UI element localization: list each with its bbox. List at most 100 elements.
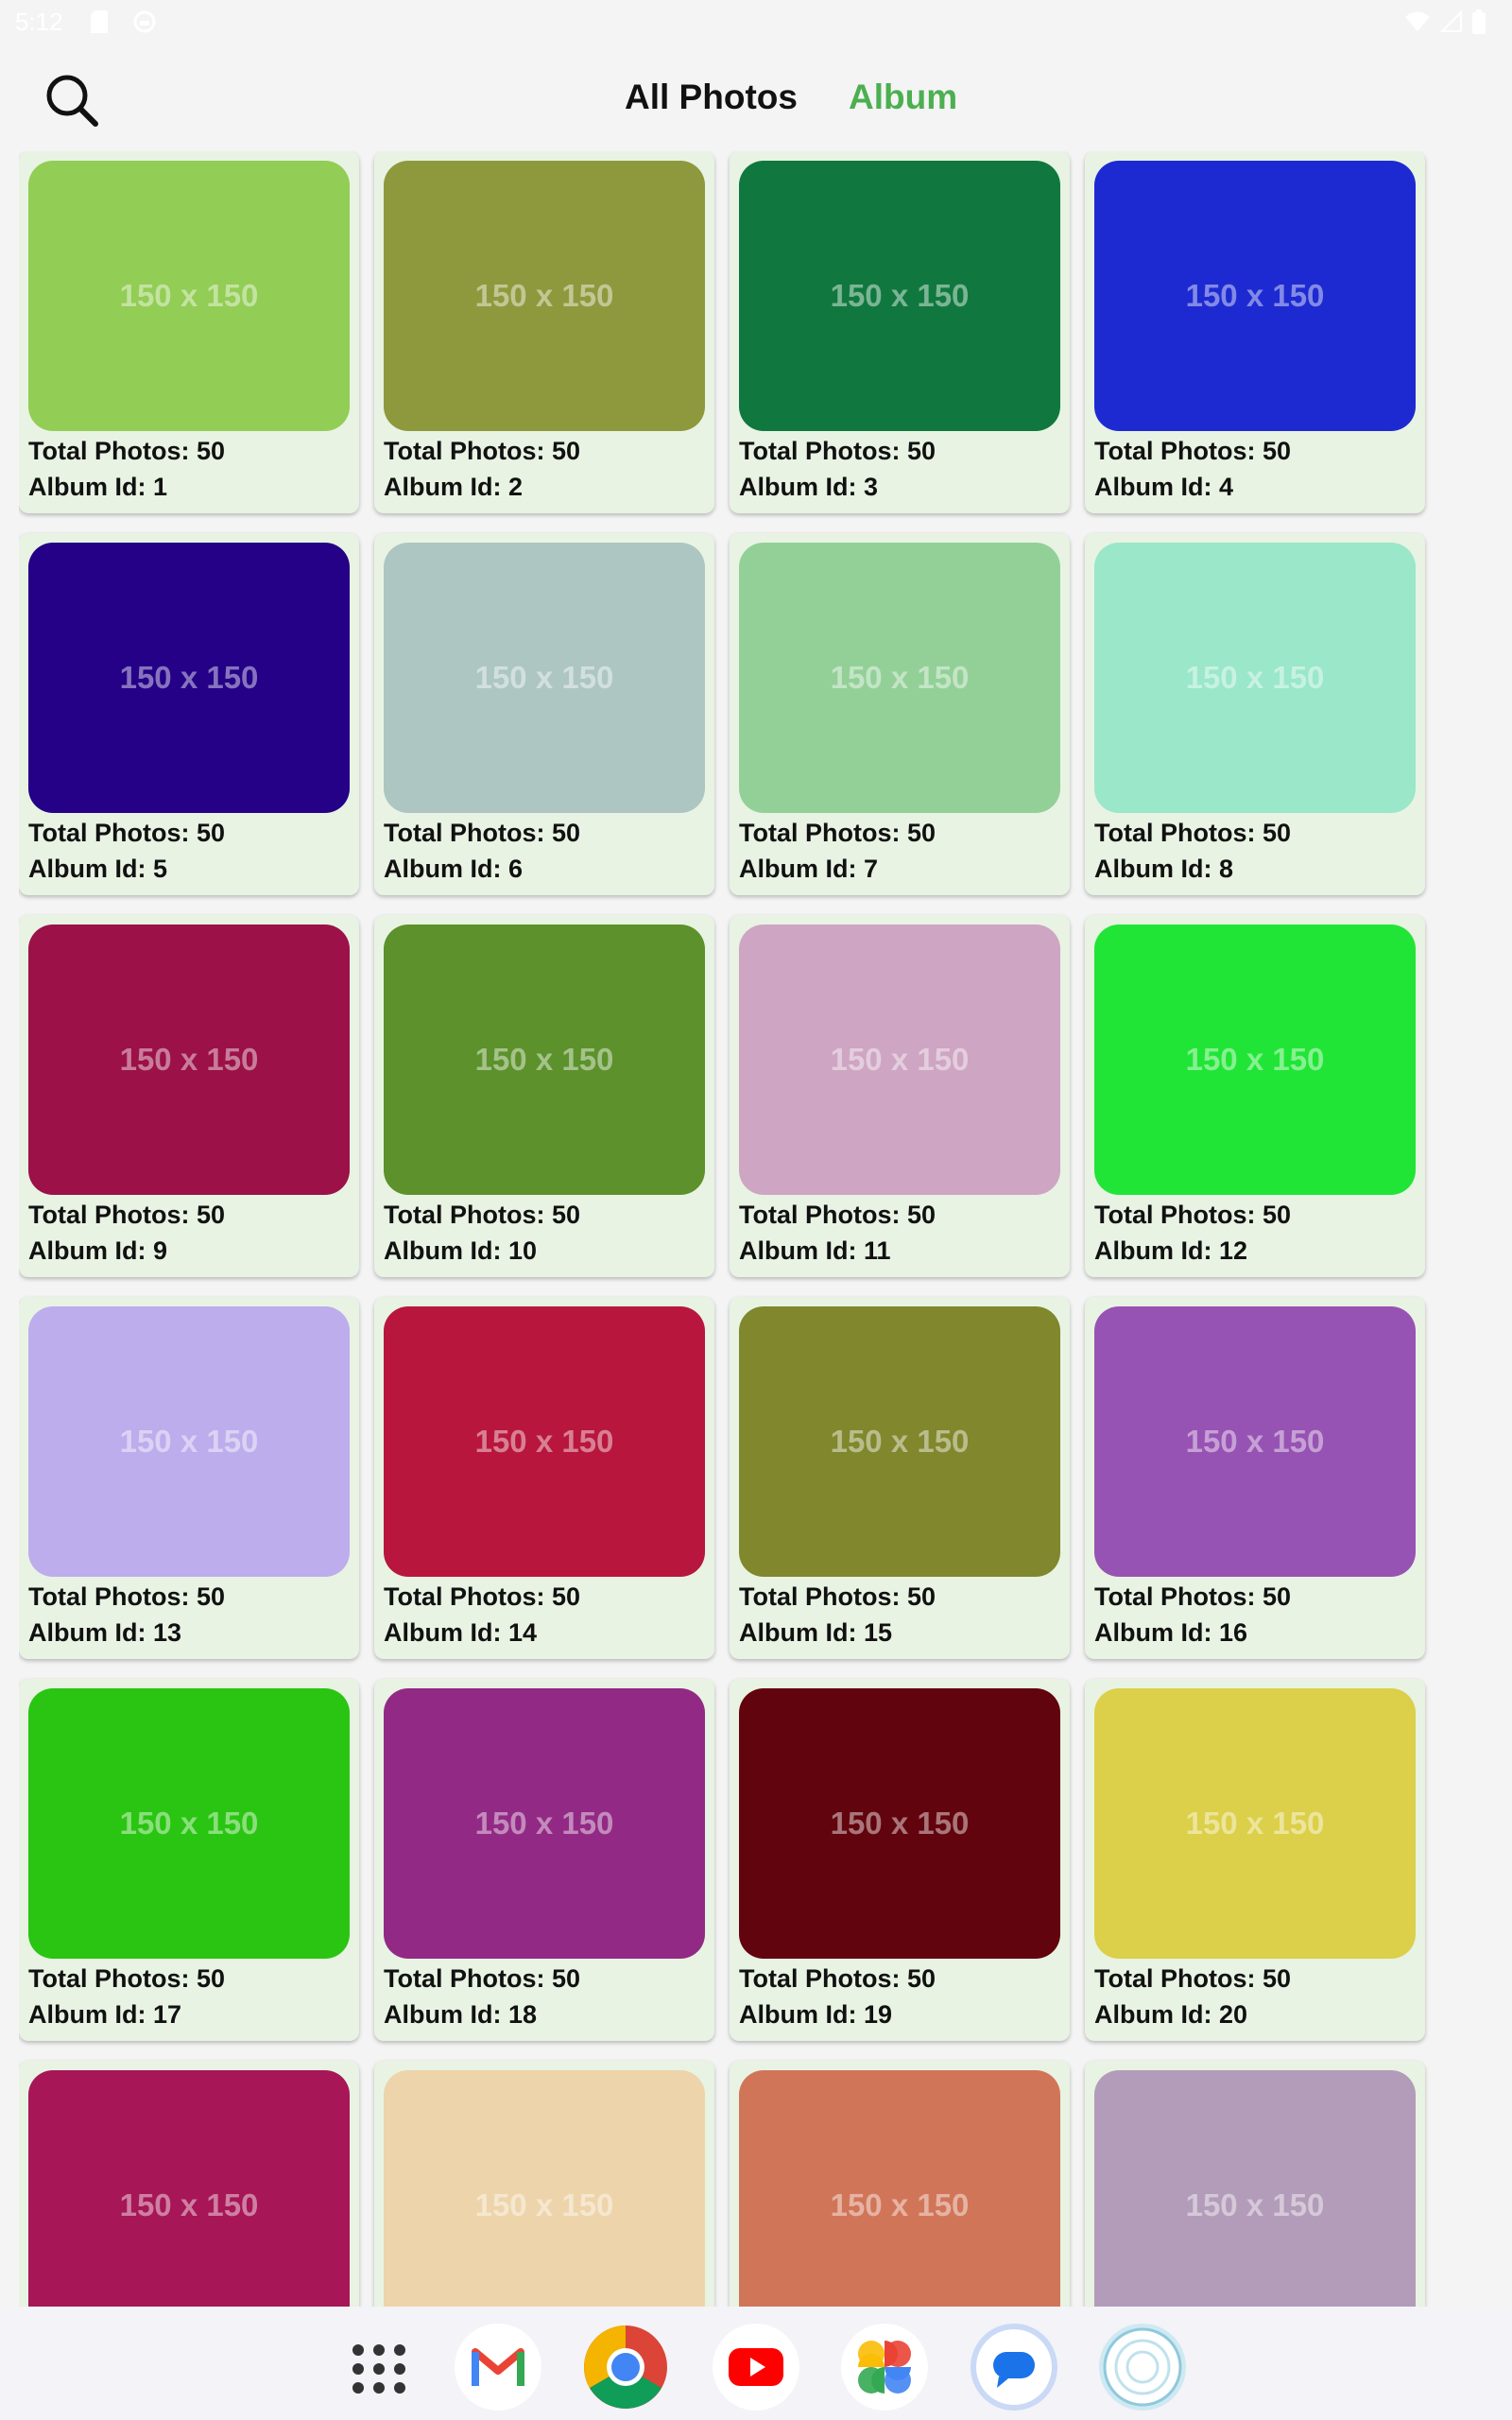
album-card[interactable]: 150 x 150 Total Photos: 50 Album Id: 10 bbox=[374, 915, 714, 1277]
album-card[interactable]: 150 x 150 Total Photos: 50 Album Id: 13 bbox=[19, 1297, 359, 1659]
album-total-photos: Total Photos: 50 bbox=[1094, 1582, 1292, 1611]
album-card[interactable]: 150 x 150 Total Photos: 50 Album Id: 1 bbox=[19, 151, 359, 513]
album-card[interactable]: 150 x 150 Total Photos: 50 Album Id: 2 bbox=[374, 151, 714, 513]
album-thumbnail: 150 x 150 bbox=[1094, 1306, 1416, 1577]
album-grid: 150 x 150 Total Photos: 50 Album Id: 1 150 … bbox=[19, 151, 1446, 2307]
album-total-photos: Total Photos: 50 bbox=[739, 1582, 936, 1611]
album-total-photos: Total Photos: 50 bbox=[28, 1201, 226, 1229]
gmail-icon[interactable] bbox=[455, 2324, 541, 2411]
thumbnail-placeholder-text: 150 x 150 bbox=[1185, 660, 1325, 695]
thumbnail-placeholder-text: 150 x 150 bbox=[474, 660, 614, 695]
album-id: Album Id: 3 bbox=[739, 473, 878, 501]
album-thumbnail: 150 x 150 bbox=[384, 543, 705, 813]
album-thumbnail: 150 x 150 bbox=[384, 925, 705, 1195]
album-thumbnail: 150 x 150 bbox=[1094, 2070, 1416, 2307]
chrome-icon[interactable] bbox=[582, 2324, 669, 2411]
album-id: Album Id: 15 bbox=[739, 1618, 893, 1647]
album-card[interactable]: 150 x 150 bbox=[1085, 2061, 1425, 2307]
album-id: Album Id: 11 bbox=[739, 1236, 891, 1265]
photos-icon[interactable] bbox=[841, 2324, 928, 2411]
album-thumbnail: 150 x 150 bbox=[384, 1306, 705, 1577]
album-id: Album Id: 20 bbox=[1094, 2000, 1248, 2029]
album-id: Album Id: 17 bbox=[28, 2000, 182, 2029]
album-card[interactable]: 150 x 150 Total Photos: 50 Album Id: 19 bbox=[730, 1679, 1070, 2041]
album-id: Album Id: 2 bbox=[384, 473, 523, 501]
album-card[interactable]: 150 x 150 Total Photos: 50 Album Id: 15 bbox=[730, 1297, 1070, 1659]
tab-all-photos[interactable]: All Photos bbox=[625, 78, 798, 117]
thumbnail-placeholder-text: 150 x 150 bbox=[830, 1806, 970, 1841]
album-thumbnail: 150 x 150 bbox=[384, 1688, 705, 1959]
assistant-icon[interactable] bbox=[1099, 2324, 1186, 2411]
album-id: Album Id: 9 bbox=[28, 1236, 167, 1265]
album-id: Album Id: 16 bbox=[1094, 1618, 1248, 1647]
album-card[interactable]: 150 x 150 Total Photos: 50 Album Id: 8 bbox=[1085, 533, 1425, 895]
album-card[interactable]: 150 x 150 Total Photos: 50 Album Id: 4 bbox=[1085, 151, 1425, 513]
album-thumbnail: 150 x 150 bbox=[739, 925, 1060, 1195]
album-card[interactable]: 150 x 150 Total Photos: 50 Album Id: 7 bbox=[730, 533, 1070, 895]
album-card[interactable]: 150 x 150 bbox=[374, 2061, 714, 2307]
search-button[interactable] bbox=[38, 66, 104, 132]
album-thumbnail: 150 x 150 bbox=[28, 161, 350, 431]
status-time: 5:12 bbox=[15, 8, 63, 36]
album-thumbnail: 150 x 150 bbox=[28, 1306, 350, 1577]
album-id: Album Id: 1 bbox=[28, 473, 167, 501]
album-card[interactable]: 150 x 150 Total Photos: 50 Album Id: 14 bbox=[374, 1297, 714, 1659]
album-card[interactable]: 150 x 150 Total Photos: 50 Album Id: 11 bbox=[730, 915, 1070, 1277]
album-thumbnail: 150 x 150 bbox=[28, 925, 350, 1195]
album-card[interactable]: 150 x 150 Total Photos: 50 Album Id: 17 bbox=[19, 1679, 359, 2041]
album-id: Album Id: 18 bbox=[384, 2000, 538, 2029]
app-drawer-icon[interactable] bbox=[335, 2324, 422, 2411]
album-card[interactable]: 150 x 150 Total Photos: 50 Album Id: 12 bbox=[1085, 915, 1425, 1277]
album-thumbnail: 150 x 150 bbox=[384, 2070, 705, 2307]
album-id: Album Id: 12 bbox=[1094, 1236, 1248, 1265]
album-thumbnail: 150 x 150 bbox=[384, 161, 705, 431]
album-total-photos: Total Photos: 50 bbox=[384, 437, 581, 465]
notification-icon bbox=[132, 9, 157, 41]
status-bar: 5:12 bbox=[0, 0, 1512, 45]
album-total-photos: Total Photos: 50 bbox=[1094, 1964, 1292, 1993]
album-card[interactable]: 150 x 150 Total Photos: 50 Album Id: 5 bbox=[19, 533, 359, 895]
album-total-photos: Total Photos: 50 bbox=[1094, 819, 1292, 847]
tab-album[interactable]: Album bbox=[849, 78, 957, 117]
album-id: Album Id: 19 bbox=[739, 2000, 893, 2029]
album-card[interactable]: 150 x 150 Total Photos: 50 Album Id: 16 bbox=[1085, 1297, 1425, 1659]
album-card[interactable]: 150 x 150 Total Photos: 50 Album Id: 9 bbox=[19, 915, 359, 1277]
thumbnail-placeholder-text: 150 x 150 bbox=[119, 278, 259, 313]
album-id: Album Id: 14 bbox=[384, 1618, 538, 1647]
album-total-photos: Total Photos: 50 bbox=[384, 819, 581, 847]
album-total-photos: Total Photos: 50 bbox=[384, 1582, 581, 1611]
album-thumbnail: 150 x 150 bbox=[1094, 161, 1416, 431]
thumbnail-placeholder-text: 150 x 150 bbox=[474, 278, 614, 313]
album-total-photos: Total Photos: 50 bbox=[739, 819, 936, 847]
album-thumbnail: 150 x 150 bbox=[739, 161, 1060, 431]
album-thumbnail: 150 x 150 bbox=[739, 1306, 1060, 1577]
album-card[interactable]: 150 x 150 bbox=[730, 2061, 1070, 2307]
thumbnail-placeholder-text: 150 x 150 bbox=[830, 1042, 970, 1077]
album-total-photos: Total Photos: 50 bbox=[28, 1964, 226, 1993]
album-thumbnail: 150 x 150 bbox=[28, 2070, 350, 2307]
album-card[interactable]: 150 x 150 bbox=[19, 2061, 359, 2307]
youtube-icon[interactable] bbox=[713, 2324, 799, 2411]
album-card[interactable]: 150 x 150 Total Photos: 50 Album Id: 18 bbox=[374, 1679, 714, 2041]
thumbnail-placeholder-text: 150 x 150 bbox=[1185, 1806, 1325, 1841]
sd-card-icon bbox=[89, 9, 110, 41]
album-total-photos: Total Photos: 50 bbox=[1094, 1201, 1292, 1229]
thumbnail-placeholder-text: 150 x 150 bbox=[474, 1424, 614, 1459]
thumbnail-placeholder-text: 150 x 150 bbox=[830, 660, 970, 695]
album-thumbnail: 150 x 150 bbox=[1094, 1688, 1416, 1959]
app-dock bbox=[0, 2307, 1512, 2420]
album-total-photos: Total Photos: 50 bbox=[1094, 437, 1292, 465]
album-total-photos: Total Photos: 50 bbox=[739, 437, 936, 465]
album-thumbnail: 150 x 150 bbox=[1094, 543, 1416, 813]
thumbnail-placeholder-text: 150 x 150 bbox=[119, 1424, 259, 1459]
album-total-photos: Total Photos: 50 bbox=[739, 1201, 936, 1229]
album-card[interactable]: 150 x 150 Total Photos: 50 Album Id: 20 bbox=[1085, 1679, 1425, 2041]
thumbnail-placeholder-text: 150 x 150 bbox=[1185, 278, 1325, 313]
album-card[interactable]: 150 x 150 Total Photos: 50 Album Id: 6 bbox=[374, 533, 714, 895]
thumbnail-placeholder-text: 150 x 150 bbox=[119, 660, 259, 695]
thumbnail-placeholder-text: 150 x 150 bbox=[830, 2187, 970, 2222]
album-card[interactable]: 150 x 150 Total Photos: 50 Album Id: 3 bbox=[730, 151, 1070, 513]
album-total-photos: Total Photos: 50 bbox=[28, 437, 226, 465]
messages-icon[interactable] bbox=[971, 2324, 1057, 2411]
thumbnail-placeholder-text: 150 x 150 bbox=[1185, 1042, 1325, 1077]
